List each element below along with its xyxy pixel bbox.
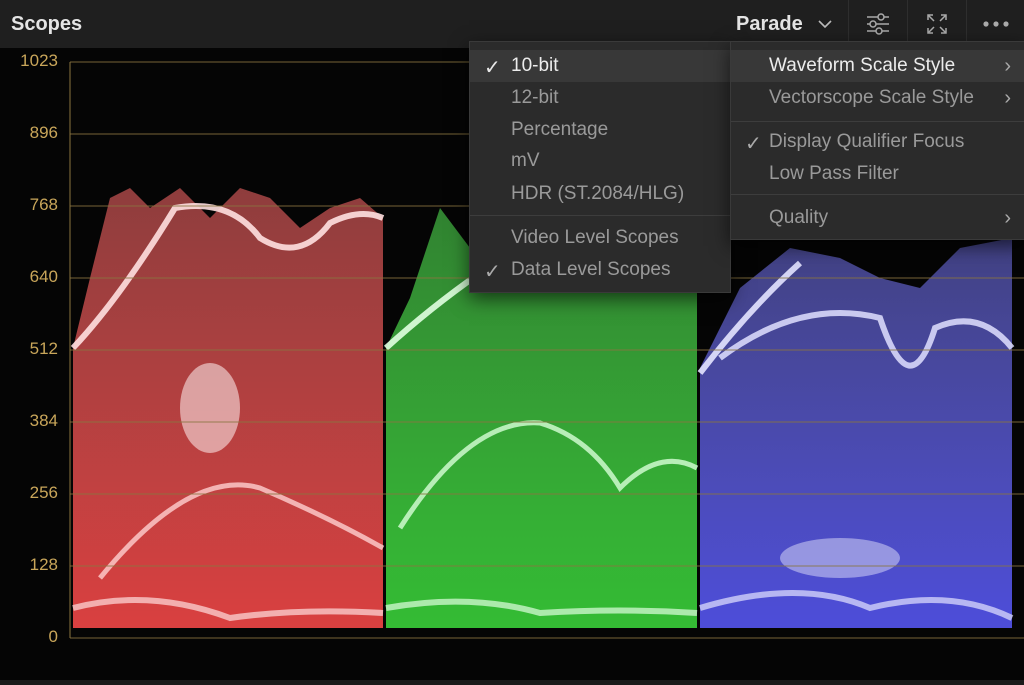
chevron-right-icon: ›	[1004, 55, 1011, 77]
chevron-down-icon[interactable]	[816, 15, 834, 33]
menu-item-video-level-scopes[interactable]: Video Level Scopes	[470, 222, 730, 254]
menu-item-10-bit[interactable]: ✓ 10-bit	[470, 50, 730, 82]
menu-item-low-pass-filter[interactable]: Low Pass Filter	[731, 158, 1024, 190]
menu-item-hdr[interactable]: HDR (ST.2084/HLG)	[470, 178, 730, 210]
menu-separator	[731, 121, 1024, 122]
menu-item-display-qualifier-focus[interactable]: ✓ Display Qualifier Focus	[731, 126, 1024, 158]
menu-item-12-bit[interactable]: 12-bit	[470, 82, 730, 114]
scale-label: 0	[48, 627, 58, 646]
menu-item-percentage[interactable]: Percentage	[470, 114, 730, 146]
checkmark-icon: ✓	[484, 261, 501, 283]
scale-label: 1023	[20, 51, 58, 70]
more-icon	[983, 21, 1009, 27]
menu-item-waveform-scale-style[interactable]: Waveform Scale Style ›	[731, 50, 1024, 82]
checkmark-icon: ✓	[484, 57, 501, 79]
settings-sliders-icon	[867, 13, 889, 35]
menu-item-quality[interactable]: Quality ›	[731, 202, 1024, 234]
panel-title: Scopes	[11, 13, 83, 35]
scale-label: 640	[29, 267, 58, 286]
scale-label: 128	[29, 555, 58, 574]
scale-label: 384	[29, 411, 58, 430]
chevron-right-icon: ›	[1004, 207, 1011, 229]
menu-item-vectorscope-scale-style[interactable]: Vectorscope Scale Style ›	[731, 82, 1024, 114]
scope-mode-dropdown[interactable]: Parade	[736, 13, 803, 36]
scale-label: 256	[29, 483, 58, 502]
menu-separator	[731, 194, 1024, 195]
menu-item-mv[interactable]: mV	[470, 145, 730, 177]
red-channel-trace	[70, 188, 385, 628]
scale-label: 768	[29, 195, 58, 214]
scale-label: 512	[29, 339, 58, 358]
chevron-right-icon: ›	[1004, 87, 1011, 109]
scale-label: 896	[29, 123, 58, 142]
menu-separator	[470, 215, 730, 216]
waveform-scale-submenu: ✓ 10-bit 12-bit Percentage mV HDR (ST.20…	[469, 41, 731, 293]
blue-channel-trace	[697, 238, 1015, 628]
expand-icon	[927, 14, 947, 34]
checkmark-icon: ✓	[745, 133, 762, 155]
scope-options-menu: Waveform Scale Style › Vectorscope Scale…	[730, 41, 1024, 240]
menu-item-data-level-scopes[interactable]: ✓ Data Level Scopes	[470, 254, 730, 286]
